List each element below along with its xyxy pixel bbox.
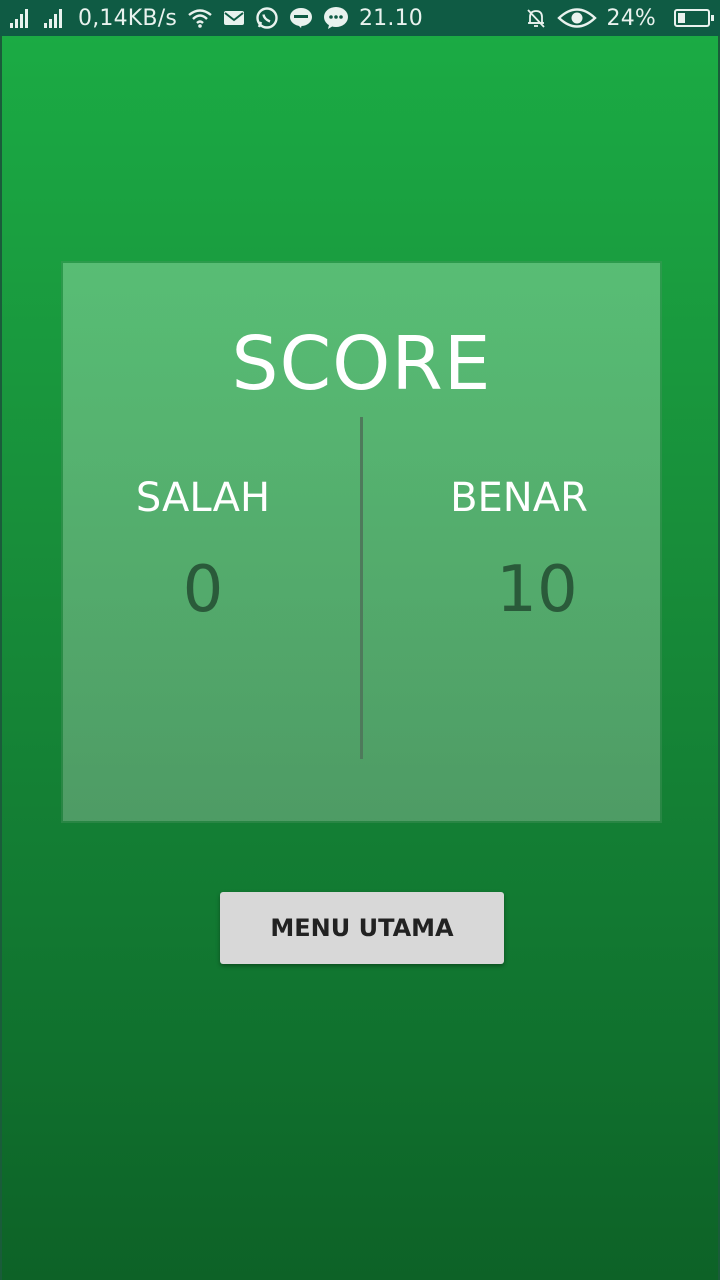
score-title: SCORE	[231, 321, 492, 407]
mail-icon	[223, 9, 245, 27]
wifi-icon	[187, 8, 213, 28]
status-bar: 0,14KB/s 21.10 24%	[0, 0, 720, 36]
battery-icon	[674, 9, 714, 27]
signal-icon	[44, 8, 68, 28]
whatsapp-icon	[255, 6, 279, 30]
column-divider	[360, 417, 363, 759]
battery-fill	[678, 13, 685, 23]
main-content: SCORE SALAH 0 BENAR 10 MENU UTAMA	[0, 36, 720, 1280]
line-icon	[289, 7, 313, 29]
clock-text: 21.10	[358, 5, 423, 31]
wrong-label: SALAH	[135, 475, 271, 521]
correct-count: 10	[496, 553, 578, 627]
score-card: SCORE SALAH 0 BENAR 10	[63, 263, 660, 821]
network-speed-text: 0,14KB/s	[78, 5, 177, 31]
main-menu-button[interactable]: MENU UTAMA	[220, 892, 504, 964]
signal-icon	[10, 8, 34, 28]
clock: 21.10	[359, 6, 423, 31]
correct-label: BENAR	[450, 475, 588, 521]
battery-percent: 24%	[607, 6, 657, 31]
battery-percent-text: 24%	[606, 5, 656, 31]
chat-icon	[323, 6, 349, 30]
mute-icon	[525, 7, 547, 29]
network-speed: 0,14KB/s	[78, 6, 177, 31]
wrong-count: 0	[182, 553, 224, 627]
eye-icon	[556, 7, 597, 29]
